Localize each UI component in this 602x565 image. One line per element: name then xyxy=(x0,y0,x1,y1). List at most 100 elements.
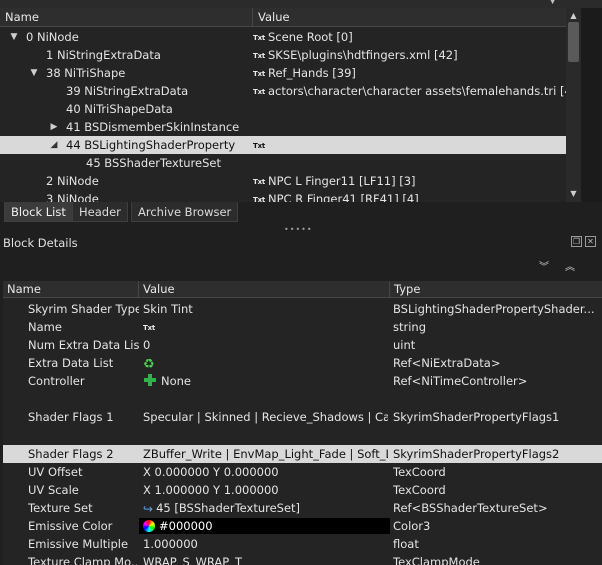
expand-arrow-icon[interactable]: ▶ xyxy=(48,118,60,136)
field-value[interactable]: ↪ 45 [BSShaderTextureSet] xyxy=(143,499,388,518)
details-row[interactable]: Texture Clamp Mo... WRAP_S_WRAP_T TexCla… xyxy=(3,553,602,565)
tree-row[interactable]: 3 NiNode Txt NPC R Finger41 [RF41] [4] xyxy=(0,190,566,202)
tree-node-name: 2 NiNode xyxy=(46,174,99,188)
field-value[interactable]: ZBuffer_Write | EnvMap_Light_Fade | Soft… xyxy=(143,445,388,463)
scroll-down-icon[interactable]: ▼ xyxy=(566,188,581,200)
field-name: UV Offset xyxy=(28,465,83,479)
tree-node-name: 1 NiStringExtraData xyxy=(46,48,161,62)
field-value[interactable]: Specular | Skinned | Recieve_Shadows | C… xyxy=(143,390,388,444)
tree-column-value[interactable]: Value xyxy=(253,8,566,27)
field-type: Ref<BSShaderTextureSet> xyxy=(393,501,548,515)
green-plus-icon[interactable] xyxy=(143,373,157,387)
color-value-field[interactable]: #000000 xyxy=(139,518,390,534)
field-value[interactable]: 0 xyxy=(143,336,388,354)
tree-node-value: Txt NPC L Finger11 [LF11] [3] xyxy=(253,174,416,188)
details-row[interactable]: Shader Flags 1 Specular | Skinned | Reci… xyxy=(3,390,602,444)
txt-icon: Txt xyxy=(253,34,266,42)
tree-node-value: Txt SKSE\plugins\hdtfingers.xml [42] xyxy=(253,48,458,62)
tab-bar: Block List Header Archive Browser xyxy=(0,202,602,222)
color-hex-value: #000000 xyxy=(159,519,213,533)
field-type: TexCoord xyxy=(393,483,446,497)
txt-icon: Txt xyxy=(143,324,156,332)
details-row[interactable]: Texture Set ↪ 45 [BSShaderTextureSet] Ref… xyxy=(3,499,602,517)
details-row[interactable]: Emissive Multiple 1.000000 float xyxy=(3,535,602,553)
field-name: Num Extra Data List xyxy=(28,338,139,352)
txt-icon: Txt xyxy=(253,70,266,78)
details-row[interactable]: Emissive Color #000000 Color3 xyxy=(3,517,602,535)
field-type: Color3 xyxy=(393,519,431,533)
details-row[interactable]: Skyrim Shader Type Skin Tint BSLightingS… xyxy=(3,300,602,318)
scroll-up-icon[interactable]: ▲ xyxy=(566,10,581,22)
tree-row[interactable]: 40 NiTriShapeData xyxy=(0,100,566,118)
field-value[interactable]: ♻ xyxy=(143,354,388,374)
dock-controls: ❐ ✕ xyxy=(568,236,596,247)
tree-column-name[interactable]: Name xyxy=(0,8,253,27)
scrollbar-thumb[interactable] xyxy=(568,22,579,62)
details-row[interactable]: UV Offset X 0.000000 Y 0.000000 TexCoord xyxy=(3,463,602,481)
field-type: string xyxy=(393,320,427,334)
tree-node-name: 45 BSShaderTextureSet xyxy=(86,156,221,170)
tree-scrollbar[interactable]: ▲ ▼ xyxy=(566,8,581,202)
tree-node-name: 44 BSLightingShaderProperty xyxy=(66,138,236,152)
tree-row[interactable]: 2 NiNode Txt NPC L Finger11 [LF11] [3] xyxy=(0,172,566,190)
field-name: Shader Flags 2 xyxy=(28,447,114,461)
field-name: Emissive Color xyxy=(28,519,113,533)
tab-archive-browser[interactable]: Archive Browser xyxy=(131,202,239,222)
splitter-handle[interactable]: ••••• xyxy=(284,225,313,234)
tree-node-value: Txt NPC R Finger41 [RF41] [4] xyxy=(253,190,566,202)
tree-row[interactable]: ▶ 41 BSDismemberSkinInstance xyxy=(0,118,566,136)
txt-icon: Txt xyxy=(253,142,266,150)
tree-node-name: 38 NiTriShape xyxy=(46,66,126,80)
field-type: TexClampMode xyxy=(393,555,480,565)
field-value[interactable]: X 0.000000 Y 0.000000 xyxy=(143,463,388,481)
collapse-arrow-icon[interactable]: ▼ xyxy=(549,0,556,6)
chevron-up-icon[interactable]: ︽ xyxy=(565,258,575,273)
details-column-value[interactable]: Value xyxy=(139,281,390,298)
tree-row[interactable]: 45 BSShaderTextureSet xyxy=(0,154,566,172)
close-icon[interactable]: ✕ xyxy=(585,236,596,247)
link-icon[interactable]: ↪ xyxy=(143,500,153,518)
field-value[interactable]: Skin Tint xyxy=(143,300,388,318)
details-row[interactable]: UV Scale X 1.000000 Y 1.000000 TexCoord xyxy=(3,481,602,499)
details-column-type[interactable]: Type xyxy=(390,281,602,298)
details-row[interactable]: Extra Data List ♻ Ref<NiExtraData> xyxy=(3,354,602,372)
tree-node-value: Txt Scene Root [0] xyxy=(253,30,353,44)
field-value[interactable]: WRAP_S_WRAP_T xyxy=(143,553,388,565)
details-row[interactable]: Num Extra Data List 0 uint xyxy=(3,336,602,354)
tree-row[interactable]: ▼ 38 NiTriShape Txt Ref_Hands [39] xyxy=(0,64,566,82)
field-name: Texture Set xyxy=(28,501,93,515)
tree-row[interactable]: 39 NiStringExtraData Txt actors\character… xyxy=(0,82,566,100)
block-list-panel: ▼ Name Value ▼ 0 NiNode Txt Scene Root [0… xyxy=(0,0,602,202)
tree-row[interactable]: ▼ 0 NiNode Txt Scene Root [0] xyxy=(0,28,566,46)
field-value[interactable]: Txt xyxy=(143,318,388,336)
field-name: Texture Clamp Mo... xyxy=(28,555,139,565)
tab-header[interactable]: Header xyxy=(72,202,128,222)
field-name: Skyrim Shader Type xyxy=(28,302,139,316)
field-value[interactable]: 1.000000 xyxy=(143,535,388,553)
txt-icon: Txt xyxy=(253,52,266,60)
expand-arrow-icon[interactable]: ◢ xyxy=(48,136,60,154)
tree-node-value: Txt actors\character\character assets\fem… xyxy=(253,84,566,98)
field-value[interactable]: None xyxy=(143,372,388,390)
color-wheel-icon[interactable] xyxy=(143,520,155,532)
tree-header: Name Value xyxy=(0,8,566,27)
expand-arrow-icon[interactable]: ▼ xyxy=(28,64,40,82)
float-icon[interactable]: ❐ xyxy=(571,236,582,247)
txt-icon: Txt xyxy=(253,178,266,186)
tree-row-selected[interactable]: ◢ 44 BSLightingShaderProperty Txt xyxy=(0,136,566,154)
txt-icon: Txt xyxy=(253,88,266,96)
field-value[interactable]: X 1.000000 Y 1.000000 xyxy=(143,481,388,499)
tree-row[interactable]: 1 NiStringExtraData Txt SKSE\plugins\hdtf… xyxy=(0,46,566,64)
field-name: Controller xyxy=(28,374,85,388)
chevron-down-icon[interactable]: ︾ xyxy=(539,258,549,273)
field-type: SkyrimShaderPropertyFlags2 xyxy=(393,447,560,461)
details-row-selected[interactable]: Shader Flags 2 ZBuffer_Write | EnvMap_Li… xyxy=(3,445,602,463)
tree-node-value: Txt xyxy=(253,136,566,154)
expand-arrow-icon[interactable]: ▼ xyxy=(8,28,20,46)
field-name: Shader Flags 1 xyxy=(28,410,114,424)
field-type: TexCoord xyxy=(393,465,446,479)
details-row[interactable]: Controller None Ref<NiTimeController> xyxy=(3,372,602,390)
details-row[interactable]: Name Txt string xyxy=(3,318,602,336)
tab-block-list[interactable]: Block List xyxy=(4,202,73,222)
details-column-name[interactable]: Name xyxy=(3,281,139,298)
